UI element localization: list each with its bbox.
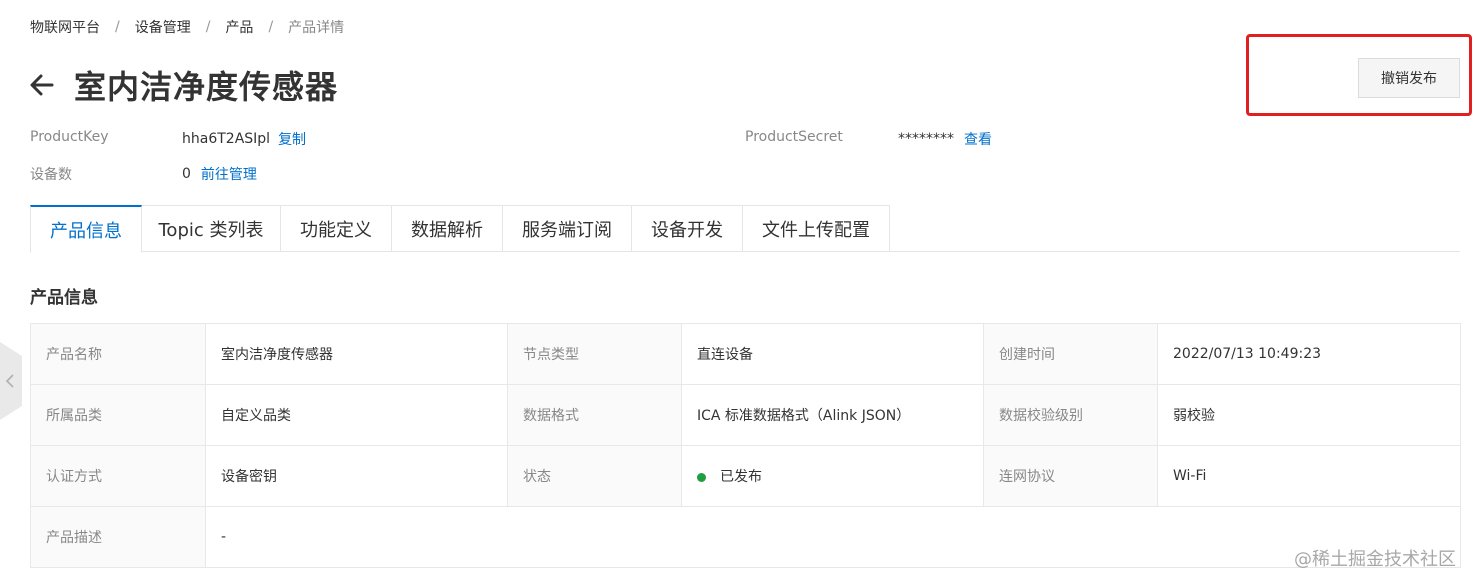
table-cell-label: 数据校验级别	[983, 384, 1158, 446]
tab-data-parsing[interactable]: 数据解析	[392, 205, 503, 252]
table-cell-label: 连网协议	[983, 445, 1158, 507]
table-row: 所属品类 自定义品类 数据格式 ICA 标准数据格式（Alink JSON） 数…	[30, 384, 1461, 446]
breadcrumb-separator: /	[268, 19, 274, 35]
sidebar-toggle-handle[interactable]	[0, 342, 22, 420]
product-info-table: 产品名称 室内洁净度传感器 节点类型 直连设备 创建时间 2022/07/13 …	[30, 323, 1461, 568]
table-cell-value: 2022/07/13 10:49:23	[1157, 323, 1461, 385]
arrow-left-icon[interactable]	[28, 71, 56, 99]
table-cell-value: ICA 标准数据格式（Alink JSON）	[681, 384, 984, 446]
chevron-left-icon	[5, 374, 14, 388]
product-key-label: ProductKey	[30, 129, 109, 145]
tab-topic-list[interactable]: Topic 类列表	[142, 205, 281, 252]
table-cell-value: 直连设备	[681, 323, 984, 385]
table-cell-value: 自定义品类	[205, 384, 508, 446]
table-cell-value: Wi-Fi	[1157, 445, 1461, 507]
table-cell-label: 产品描述	[30, 506, 206, 568]
product-secret-label: ProductSecret	[745, 129, 843, 145]
product-secret-field: ******** 查看	[898, 129, 992, 149]
device-count-value: 0	[182, 166, 191, 182]
product-key-value: hha6T2ASIpl	[182, 131, 271, 147]
tab-server-subscription[interactable]: 服务端订阅	[503, 205, 632, 252]
breadcrumb: 物联网平台 / 设备管理 / 产品 / 产品详情	[30, 17, 344, 37]
table-cell-value: 室内洁净度传感器	[205, 323, 508, 385]
table-cell-label: 认证方式	[30, 445, 206, 507]
table-cell-value: 设备密钥	[205, 445, 508, 507]
status-dot-icon	[697, 472, 706, 482]
table-cell-label: 产品名称	[30, 323, 206, 385]
table-row: 产品描述 -	[30, 506, 1461, 568]
copy-link[interactable]: 复制	[278, 129, 306, 149]
status-text: 已发布	[720, 469, 762, 485]
table-cell-label: 状态	[507, 445, 682, 507]
status-cell: 已发布	[681, 445, 984, 507]
tab-product-info[interactable]: 产品信息	[30, 205, 142, 253]
section-title: 产品信息	[30, 288, 98, 308]
revoke-publish-button[interactable]: 撤销发布	[1358, 58, 1460, 98]
table-cell-label: 所属品类	[30, 384, 206, 446]
page-title: 室内洁净度传感器	[74, 68, 339, 106]
table-cell-label: 节点类型	[507, 323, 682, 385]
table-cell-label: 数据格式	[507, 384, 682, 446]
table-row: 产品名称 室内洁净度传感器 节点类型 直连设备 创建时间 2022/07/13 …	[30, 323, 1461, 385]
manage-devices-link[interactable]: 前往管理	[201, 164, 257, 184]
table-row: 认证方式 设备密钥 状态 已发布 连网协议 Wi-Fi	[30, 445, 1461, 507]
product-key-field: hha6T2ASIpl 复制	[182, 129, 306, 149]
view-secret-link[interactable]: 查看	[964, 129, 992, 149]
product-detail-page: 物联网平台 / 设备管理 / 产品 / 产品详情 室内洁净度传感器 撤销发布 P…	[0, 0, 1474, 587]
title-row: 室内洁净度传感器	[28, 62, 338, 108]
watermark: @稀土掘金技术社区	[1294, 549, 1456, 570]
description-value: -	[205, 506, 1461, 568]
breadcrumb-separator: /	[205, 19, 211, 35]
device-count-label: 设备数	[30, 167, 72, 183]
product-secret-value: ********	[898, 131, 954, 147]
breadcrumb-iot-platform[interactable]: 物联网平台	[30, 17, 100, 37]
breadcrumb-products[interactable]: 产品	[225, 17, 253, 37]
tab-device-development[interactable]: 设备开发	[632, 205, 743, 252]
device-count-field: 0 前往管理	[182, 164, 257, 184]
tab-feature-definition[interactable]: 功能定义	[281, 205, 392, 252]
tab-file-upload-config[interactable]: 文件上传配置	[743, 205, 890, 252]
table-cell-value: 弱校验	[1157, 384, 1461, 446]
breadcrumb-separator: /	[115, 19, 120, 35]
breadcrumb-device-management[interactable]: 设备管理	[135, 17, 191, 37]
breadcrumb-product-detail: 产品详情	[288, 20, 345, 36]
table-cell-label: 创建时间	[983, 323, 1158, 385]
tab-bar: 产品信息 Topic 类列表 功能定义 数据解析 服务端订阅 设备开发 文件上传…	[30, 205, 1460, 253]
